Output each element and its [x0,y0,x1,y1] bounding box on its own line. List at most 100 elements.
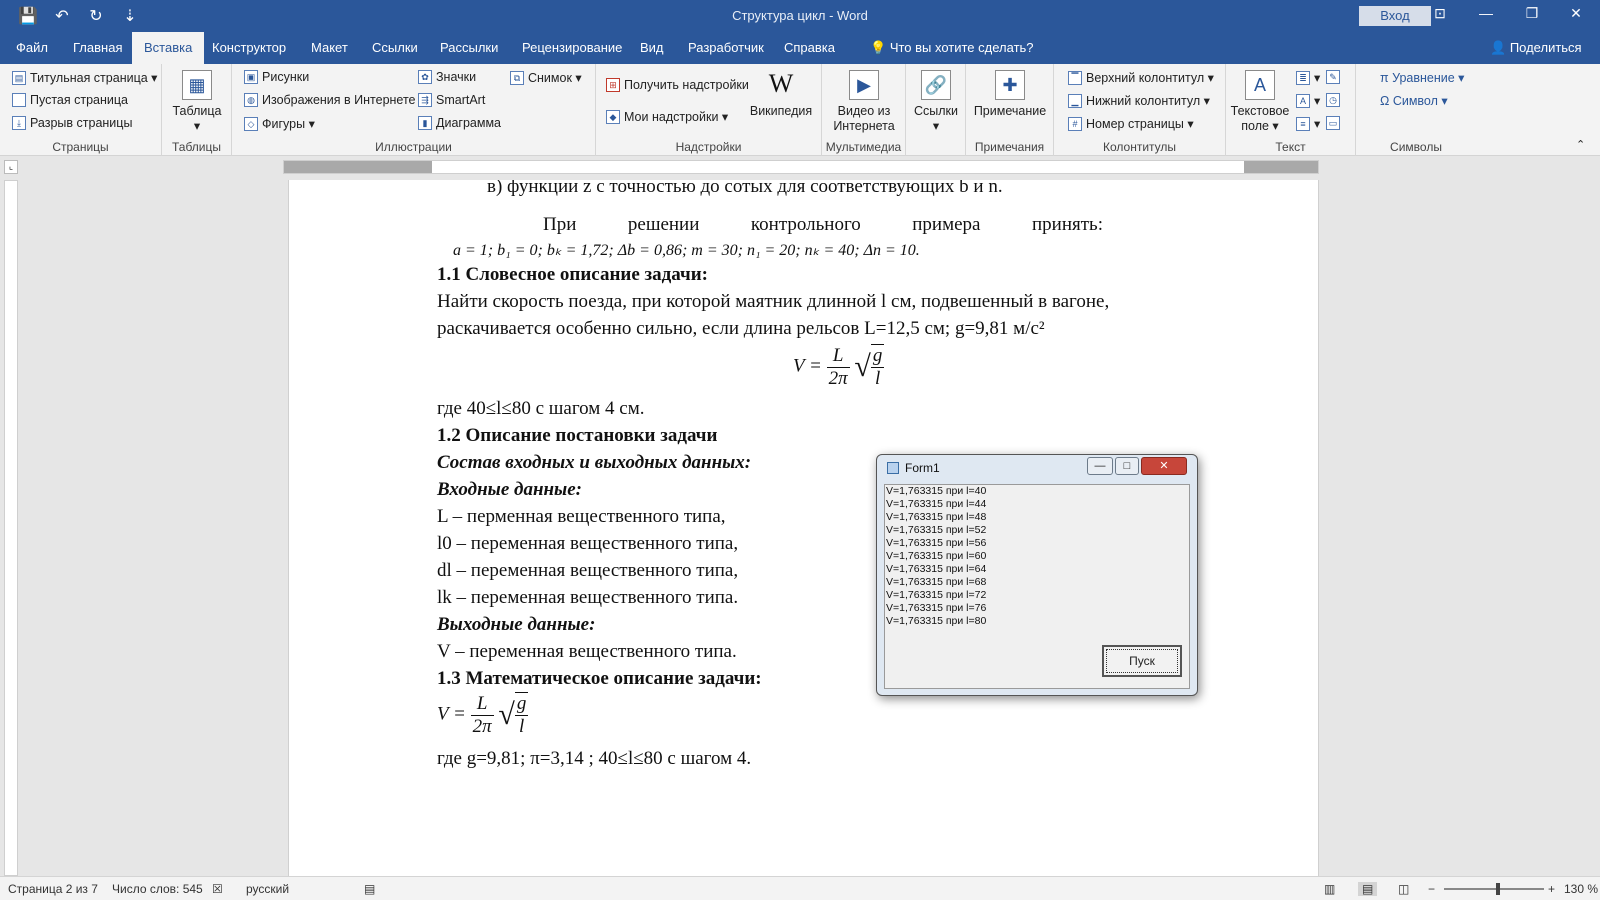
get-addins-button[interactable]: ⊞ Получить надстройки [606,78,749,92]
ribbon-display-options-icon[interactable]: ⊡ [1420,5,1460,22]
group-symbols: π Уравнение ▾ Ω Символ ▾ Символы [1356,64,1476,156]
pictures-button[interactable]: ▣ Рисунки [244,70,309,84]
minimize-icon[interactable]: — [1466,5,1506,21]
web-layout-icon[interactable]: ◫ [1398,882,1409,896]
text-line-cut: в) функции z с точностью до сотых для со… [487,180,1003,197]
online-pictures-button[interactable]: ◍ Изображения в Интернете [244,93,416,107]
footer-button[interactable]: ▁ Нижний колонтитул ▾ [1068,93,1210,108]
list-item[interactable]: V=1,763315 при l=68 [885,576,1189,589]
list-item[interactable]: V=1,763315 при l=60 [885,550,1189,563]
group-label-text: Текст [1275,140,1306,154]
cover-page-icon: ▤ [12,70,26,85]
list-item[interactable]: V=1,763315 при l=80 [885,615,1189,628]
tab-developer[interactable]: Разработчик [676,32,776,64]
date-time-icon[interactable]: ◷ [1326,93,1340,107]
icons-button[interactable]: ✿ Значки [418,70,476,84]
status-bar: Страница 2 из 7 Число слов: 545 ☒ русски… [0,876,1600,900]
header-icon: ▔ [1068,70,1082,85]
title-bar: 💾 ↶ ↻ ⇣ Структура цикл - Word Вход ⊡ — ❐… [0,0,1600,32]
tab-file[interactable]: Файл [4,32,60,64]
print-layout-icon[interactable]: ▤ [1358,882,1378,896]
list-item[interactable]: V=1,763315 при l=52 [885,524,1189,537]
zoom-out-icon[interactable]: − [1428,882,1435,896]
text-input-4: lk – переменная вещественного типа. [437,587,739,608]
group-label-addins: Надстройки [675,140,742,154]
list-item[interactable]: V=1,763315 при l=56 [885,537,1189,550]
tab-review[interactable]: Рецензирование [510,32,634,64]
horizontal-ruler[interactable] [283,160,1319,174]
language-indicator[interactable]: русский [246,882,289,896]
links-button[interactable]: 🔗 Ссылки ▾ [910,70,962,134]
form-close-button[interactable]: ✕ [1141,457,1187,475]
form-maximize-button[interactable]: □ [1115,457,1139,475]
page-indicator[interactable]: Страница 2 из 7 [8,882,98,896]
form-minimize-button[interactable]: — [1087,457,1113,475]
smartart-button[interactable]: ⇶ SmartArt [418,93,485,107]
lightbulb-icon: 💡 [870,40,887,55]
tab-design[interactable]: Конструктор [200,32,298,64]
proofing-icon[interactable]: ☒ [212,882,223,896]
wordart-icon[interactable]: A ▾ [1296,93,1320,108]
symbol-button[interactable]: Ω Символ ▾ [1380,93,1448,108]
tab-insert[interactable]: Вставка [132,32,205,64]
tab-layout[interactable]: Макет [299,32,360,64]
zoom-slider-thumb[interactable] [1495,883,1500,895]
text-box-button[interactable]: A Текстовое поле ▾ [1230,70,1290,134]
text-paragraph-2: раскачивается особенно сильно, если длин… [437,318,1045,339]
collapse-ribbon-icon[interactable]: ⌃ [1576,138,1585,151]
icons-icon: ✿ [418,70,432,84]
tab-home[interactable]: Главная [61,32,134,64]
macro-record-icon[interactable]: ▤ [364,882,375,896]
text-input-2: l0 – переменная вещественного типа, [437,533,739,554]
tab-mailings[interactable]: Рассылки [428,32,510,64]
object-icon[interactable]: ▭ [1326,116,1340,130]
zoom-level[interactable]: 130 % [1564,882,1598,896]
group-label-header-footer: Колонтитулы [1102,140,1177,154]
list-item[interactable]: V=1,763315 при l=44 [885,498,1189,511]
online-video-button[interactable]: ▶ Видео из Интернета [828,70,900,134]
form1-title-bar: Form1 [887,461,940,475]
list-item[interactable]: V=1,763315 при l=64 [885,563,1189,576]
vertical-ruler[interactable] [4,180,18,876]
list-item[interactable]: V=1,763315 при l=76 [885,602,1189,615]
my-addins-button[interactable]: ◆ Мои надстройки ▾ [606,109,728,124]
restore-icon[interactable]: ❐ [1512,5,1552,22]
tab-selector[interactable]: ⌞ [4,160,18,174]
tab-help[interactable]: Справка [772,32,847,64]
word-count[interactable]: Число слов: 545 [112,882,203,896]
text-input-1: L – перменная вещественного типа, [437,506,726,527]
tab-view[interactable]: Вид [628,32,676,64]
read-mode-icon[interactable]: ▥ [1324,882,1335,896]
drop-cap-icon[interactable]: ≡ ▾ [1296,116,1320,131]
text-paragraph-4: где g=9,81; π=3,14 ; 40≤l≤80 с шагом 4. [437,748,752,769]
online-pictures-icon: ◍ [244,93,258,107]
tell-me-search[interactable]: 💡 Что вы хотите сделать? [858,32,1046,64]
screenshot-button[interactable]: ⧉ Снимок ▾ [510,70,582,85]
close-icon[interactable]: ✕ [1556,5,1596,22]
cover-page-button[interactable]: ▤ Титульная страница ▾ [12,70,157,85]
table-button[interactable]: ▦ Таблица ▾ [168,70,226,134]
list-item[interactable]: V=1,763315 при l=40 [885,485,1189,498]
share-button[interactable]: 👤 Поделиться [1490,32,1582,64]
header-button[interactable]: ▔ Верхний колонтитул ▾ [1068,70,1214,85]
list-item[interactable]: V=1,763315 при l=48 [885,511,1189,524]
tab-references[interactable]: Ссылки [360,32,430,64]
form1-window[interactable]: Form1 — □ ✕ V=1,763315 при l=40 V=1,7633… [876,454,1198,696]
list-item[interactable]: V=1,763315 при l=72 [885,589,1189,602]
blank-page-button[interactable]: Пустая страница [12,93,128,107]
page-break-button[interactable]: ⤓ Разрыв страницы [12,116,132,130]
zoom-slider[interactable] [1444,883,1544,895]
wikipedia-icon: W [768,69,794,98]
zoom-in-icon[interactable]: + [1548,882,1555,896]
start-button[interactable]: Пуск [1102,645,1182,677]
comment-button[interactable]: ✚ Примечание [972,70,1048,119]
signature-line-icon[interactable]: ✎ [1326,70,1340,84]
quick-parts-icon[interactable]: ≣ ▾ [1296,70,1320,85]
group-label-symbols: Символы [1390,140,1442,154]
text-paragraph-3: где 40≤l≤80 с шагом 4 см. [437,398,645,419]
wikipedia-button[interactable]: W Википедия [746,70,816,119]
equation-button[interactable]: π Уравнение ▾ [1380,70,1464,85]
chart-button[interactable]: ▮ Диаграмма [418,116,501,130]
shapes-button[interactable]: ◇ Фигуры ▾ [244,116,315,131]
page-number-button[interactable]: # Номер страницы ▾ [1068,116,1194,131]
